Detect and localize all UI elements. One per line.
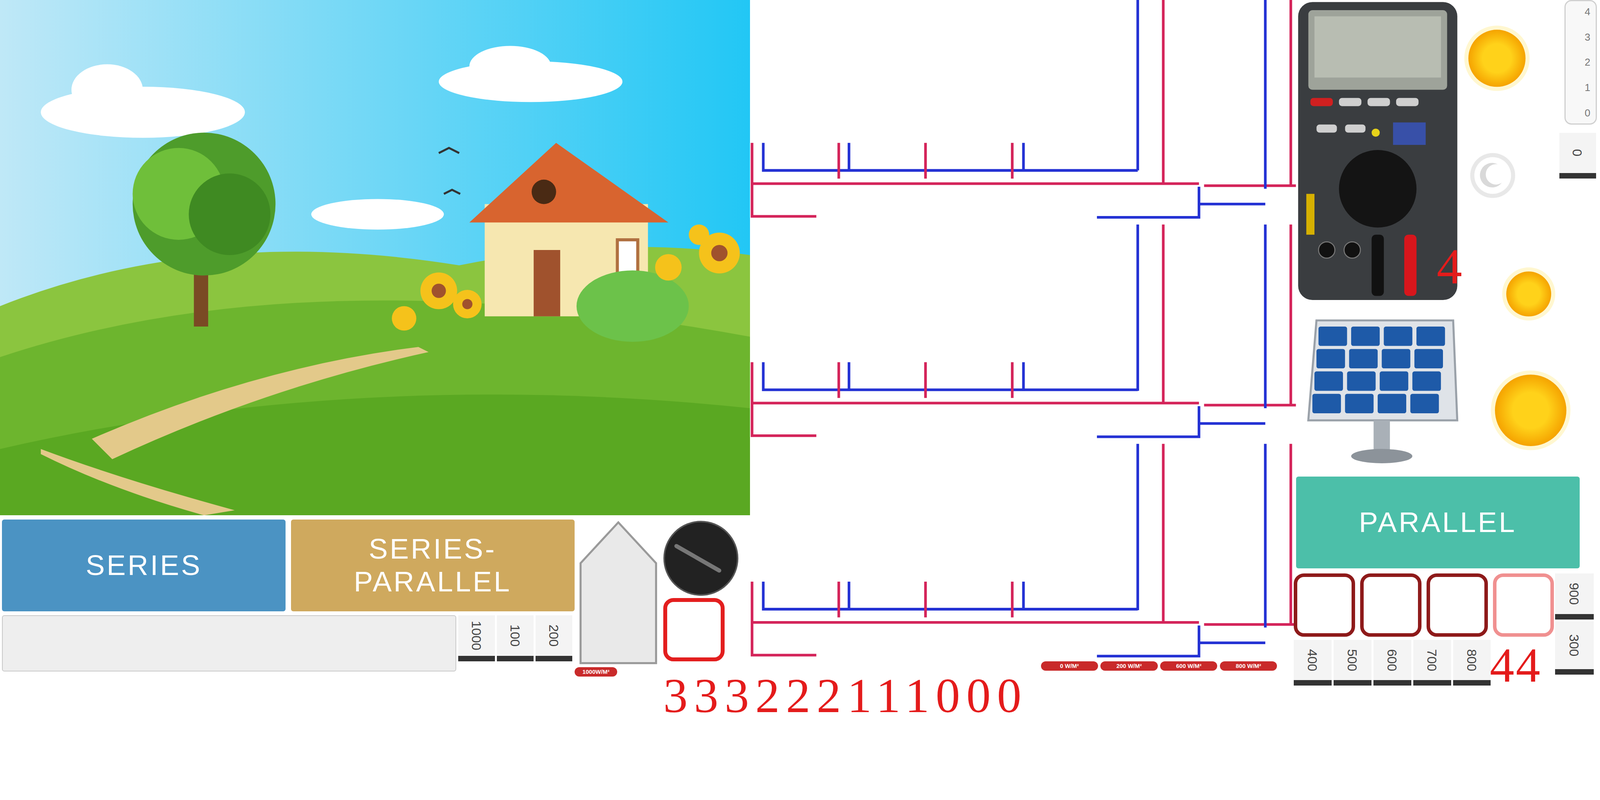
- scale-tick: 2: [1584, 57, 1591, 68]
- series-parallel-button[interactable]: SERIES-PARALLEL: [291, 519, 575, 612]
- knob-icon[interactable]: [662, 519, 740, 598]
- value-label: 100: [508, 624, 522, 647]
- house-badge-row: 1000W/M²: [574, 667, 618, 677]
- value-label: 700: [1425, 648, 1439, 672]
- value-label: 400: [1306, 648, 1320, 672]
- square-slot[interactable]: [1360, 573, 1422, 637]
- irradiance-pills: 0 W/M²200 W/M²600 W/M²800 W/M²: [1041, 661, 1278, 671]
- value-label: 1000: [469, 620, 484, 651]
- value-label: 0: [1570, 149, 1584, 157]
- value-card[interactable]: 400: [1293, 639, 1332, 686]
- value-label: 200: [547, 624, 561, 647]
- value-card[interactable]: 300: [1555, 621, 1594, 675]
- resistor-cards: 1000 100 200: [458, 615, 573, 662]
- value-card[interactable]: 200: [535, 615, 573, 662]
- bottom-cards: 400 500 600 700 800: [1293, 639, 1491, 686]
- house-shape: [578, 520, 659, 666]
- irradiance-pill[interactable]: 800 W/M²: [1219, 661, 1277, 671]
- square-slot[interactable]: [1293, 573, 1356, 637]
- value-card[interactable]: 700: [1413, 639, 1452, 686]
- value-label: 900: [1567, 582, 1582, 606]
- value-card: 0: [1559, 132, 1597, 179]
- irradiance-pill[interactable]: 0 W/M²: [1041, 661, 1099, 671]
- irradiance-pill[interactable]: 200 W/M²: [1100, 661, 1158, 671]
- moon-icon[interactable]: [1467, 150, 1519, 202]
- value-card[interactable]: 1000: [458, 615, 495, 662]
- value-label: 800: [1465, 648, 1479, 672]
- value-card[interactable]: 900: [1555, 573, 1594, 620]
- value-card[interactable]: 500: [1333, 639, 1372, 686]
- level-scale[interactable]: 4 3 2 1 0: [1564, 0, 1598, 125]
- scale-tick: 1: [1584, 82, 1591, 93]
- scale-value: 0: [1559, 132, 1597, 179]
- scale-tick: 4: [1584, 6, 1591, 17]
- value-label: 500: [1346, 648, 1360, 672]
- sun-icon[interactable]: [1463, 24, 1531, 92]
- value-label: 600: [1385, 648, 1399, 672]
- square-counter: 44: [1489, 641, 1542, 690]
- value-card[interactable]: 800: [1453, 639, 1492, 686]
- sun-icon[interactable]: [1489, 369, 1572, 452]
- square-row: [1293, 573, 1554, 637]
- series-button[interactable]: SERIES: [1, 519, 286, 612]
- value-card[interactable]: 100: [496, 615, 534, 662]
- multimeter: [1296, 0, 1460, 302]
- parallel-button[interactable]: PARALLEL: [1296, 476, 1580, 569]
- empty-bar: [1, 615, 456, 672]
- game-asset-sheet: SERIESSERIES-PARALLEL10001002001000W/M²3…: [0, 0, 1600, 800]
- landscape-scene: [0, 0, 750, 516]
- circuit-wires: [750, 0, 1302, 674]
- square-slot[interactable]: [1492, 573, 1555, 637]
- left-counter: 333222111000: [663, 671, 1028, 721]
- value-label: 300: [1567, 633, 1582, 657]
- scale-tick: 3: [1584, 32, 1591, 43]
- scale-tick: 0: [1584, 107, 1591, 118]
- value-card[interactable]: 600: [1373, 639, 1412, 686]
- square-slot[interactable]: [1426, 573, 1488, 637]
- irradiance-badge: 1000W/M²: [574, 667, 618, 677]
- red-square[interactable]: [663, 598, 725, 662]
- sun-icon[interactable]: [1501, 266, 1557, 322]
- probe-counter: 4: [1436, 241, 1463, 292]
- solar-panel[interactable]: [1306, 318, 1460, 467]
- side-cards: 900 300: [1555, 573, 1594, 675]
- irradiance-pill[interactable]: 600 W/M²: [1160, 661, 1218, 671]
